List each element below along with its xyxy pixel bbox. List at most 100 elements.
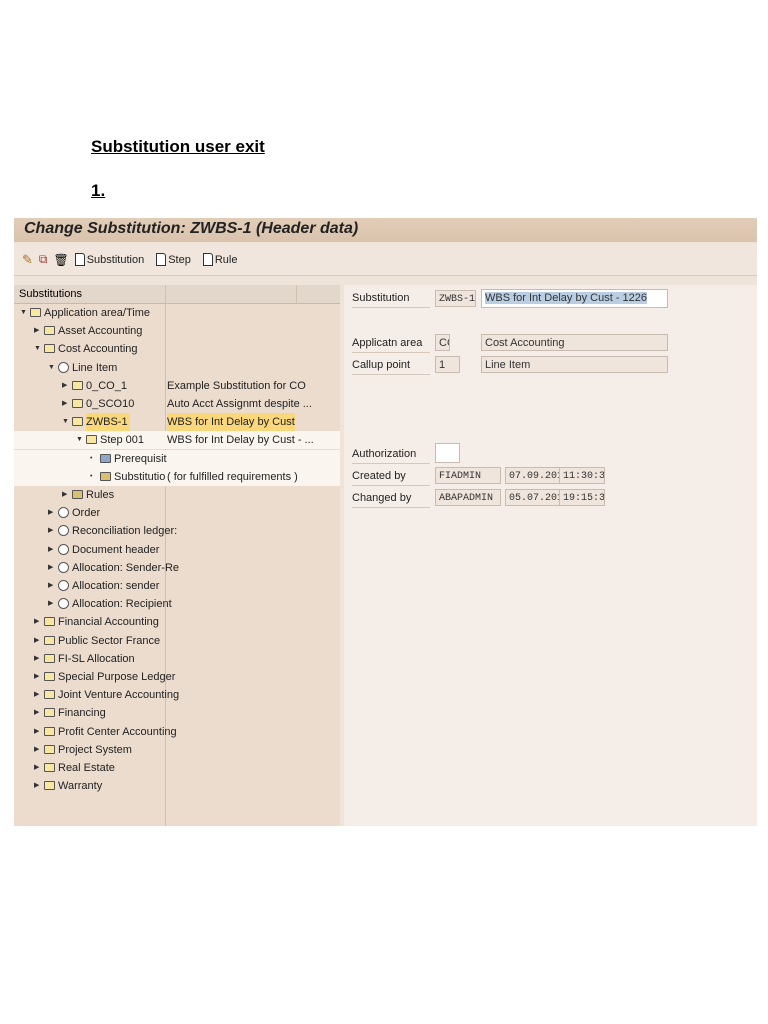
tree-node-label: Allocation: Sender-Re	[72, 561, 180, 574]
tree-row[interactable]: • Prerequisit	[14, 449, 340, 468]
substitution-icon	[100, 471, 111, 481]
button-label: Substitution	[86, 253, 145, 266]
bullet-icon: •	[90, 472, 93, 480]
changed-time-field: 19:15:31	[559, 489, 605, 506]
tree-row[interactable]: ▼ Application area/Time	[14, 304, 340, 322]
tree-row[interactable]: ▶ Public Sector France	[14, 632, 340, 650]
document-icon	[202, 253, 213, 266]
collapse-arrow-icon[interactable]: ▼	[20, 304, 27, 322]
tree-node-label: Warranty	[58, 780, 103, 793]
expand-arrow-icon[interactable]: ▶	[48, 577, 53, 595]
callup-point-label: Callup point	[352, 357, 430, 375]
expand-arrow-icon[interactable]: ▶	[34, 322, 39, 340]
tree-row[interactable]: ▶ Reconciliation ledger:	[14, 522, 340, 540]
expand-arrow-icon[interactable]: ▶	[62, 377, 67, 395]
tree-node-label: Financial Accounting	[58, 616, 159, 629]
tree-node-label: Profit Center Accounting	[58, 725, 177, 738]
tree-node-label: Asset Accounting	[58, 325, 143, 338]
tree-node-description: Example Substitution for CO	[167, 379, 306, 392]
expand-arrow-icon[interactable]: ▶	[34, 704, 39, 722]
clock-icon	[58, 598, 69, 610]
tree-node-description: Auto Acct Assignmt despite ...	[167, 398, 312, 410]
new-rule-button[interactable]: Rule	[202, 253, 237, 266]
changed-date-field: 05.07.2019	[505, 489, 561, 506]
tree-row[interactable]: ▶ Real Estate	[14, 759, 340, 777]
expand-arrow-icon[interactable]: ▶	[48, 559, 53, 577]
collapse-arrow-icon[interactable]: ▼	[76, 431, 83, 449]
column-divider[interactable]	[296, 285, 297, 303]
tree-node-label: Allocation: Recipient	[72, 598, 172, 611]
expand-arrow-icon[interactable]: ▶	[34, 759, 39, 777]
tree-row[interactable]: ▼ Cost Accounting	[14, 340, 340, 358]
expand-arrow-icon[interactable]: ▶	[62, 486, 67, 504]
expand-arrow-icon[interactable]: ▶	[34, 632, 39, 650]
tree-node-label: Line Item	[72, 361, 118, 374]
expand-arrow-icon[interactable]: ▶	[48, 595, 53, 613]
tree-row[interactable]: ▶ Allocation: Sender-Re	[14, 559, 340, 577]
tree-row[interactable]: ▶ Order	[14, 504, 340, 522]
tree-row[interactable]: ▶ Allocation: sender	[14, 577, 340, 595]
document-icon	[156, 253, 167, 266]
folder-icon	[44, 635, 55, 645]
sap-window: Change Substitution: ZWBS-1 (Header data…	[14, 218, 757, 826]
collapse-arrow-icon[interactable]: ▼	[34, 340, 41, 358]
tree-row[interactable]: ▶ Profit Center Accounting	[14, 723, 340, 741]
expand-arrow-icon[interactable]: ▶	[34, 777, 39, 795]
expand-arrow-icon[interactable]: ▶	[48, 541, 53, 559]
column-header-label: Substitutions	[19, 288, 82, 300]
change-display-icon[interactable]: ✎	[22, 252, 33, 268]
authorization-input[interactable]	[435, 443, 460, 463]
tree-row[interactable]: • Substitutio( for fulfilled requirements…	[14, 467, 340, 486]
expand-arrow-icon[interactable]: ▶	[34, 741, 39, 759]
expand-arrow-icon[interactable]: ▶	[48, 522, 53, 540]
created-date-field: 07.09.2018	[505, 467, 561, 484]
expand-arrow-icon[interactable]: ▶	[34, 723, 39, 741]
tree-row[interactable]: ▶ Warranty	[14, 777, 340, 795]
tree-row[interactable]: ▶ Asset Accounting	[14, 322, 340, 340]
tree-node-label: Prerequisit	[114, 452, 167, 465]
folder-icon	[44, 690, 55, 700]
tree-row[interactable]: ▶ Special Purpose Ledger	[14, 668, 340, 686]
tree-row[interactable]: ▶ Allocation: Recipient	[14, 595, 340, 613]
tree-row[interactable]: ▶ 0_SCO10 Auto Acct Assignmt despite ...	[14, 395, 340, 413]
tree-row[interactable]: ▶ 0_CO_1 Example Substitution for CO	[14, 377, 340, 395]
tree-row[interactable]: ▼ ZWBS-1 WBS for Int Delay by Cust - ...	[14, 413, 340, 432]
tree-node-label: Cost Accounting	[58, 343, 138, 356]
bullet-icon: •	[90, 454, 93, 462]
tree-node-label: Financing	[58, 707, 106, 720]
expand-arrow-icon[interactable]: ▶	[34, 686, 39, 704]
collapse-arrow-icon[interactable]: ▼	[62, 413, 69, 431]
tree-row[interactable]: ▼ Step 001 WBS for Int Delay by Cust - ...	[14, 431, 340, 450]
tree-row[interactable]: ▶ FI-SL Allocation	[14, 650, 340, 668]
new-substitution-button[interactable]: Substitution	[74, 253, 145, 266]
tree-node-label: Joint Venture Accounting	[58, 689, 180, 702]
tree-row[interactable]: ▶ Joint Venture Accounting	[14, 686, 340, 704]
selected-text: WBS for Int Delay by Cust - 1226	[485, 292, 648, 304]
new-step-button[interactable]: Step	[156, 253, 191, 266]
expand-arrow-icon[interactable]: ▶	[34, 650, 39, 668]
filter-icon	[100, 453, 111, 463]
collapse-arrow-icon[interactable]: ▼	[48, 359, 55, 377]
folder-open-icon	[30, 308, 41, 317]
copy-icon[interactable]: ⧉	[39, 252, 48, 267]
tree-row[interactable]: ▶ Project System	[14, 741, 340, 759]
tree-row[interactable]: ▶ Document header	[14, 541, 340, 559]
expand-arrow-icon[interactable]: ▶	[34, 668, 39, 686]
folder-icon	[44, 726, 55, 736]
tree-node-label: Real Estate	[58, 762, 115, 774]
delete-icon[interactable]: 🗑	[53, 253, 68, 267]
rules-icon	[72, 490, 83, 499]
expand-arrow-icon[interactable]: ▶	[48, 504, 53, 522]
button-label: Step	[168, 253, 191, 266]
tree-column-header[interactable]: Substitutions	[14, 285, 340, 304]
tree-row[interactable]: ▶ Financial Accounting	[14, 613, 340, 631]
clock-icon	[58, 561, 69, 573]
tree-node-description: ( for fulfilled requirements )	[167, 470, 298, 483]
expand-arrow-icon[interactable]: ▶	[62, 395, 67, 413]
expand-arrow-icon[interactable]: ▶	[34, 613, 39, 631]
substitution-description-input[interactable]: WBS for Int Delay by Cust - 1226	[481, 289, 668, 308]
tree-row[interactable]: ▶ Rules	[14, 486, 340, 504]
clock-icon	[58, 525, 69, 537]
tree-row[interactable]: ▶ Financing	[14, 704, 340, 722]
tree-row[interactable]: ▼ Line Item	[14, 359, 340, 377]
